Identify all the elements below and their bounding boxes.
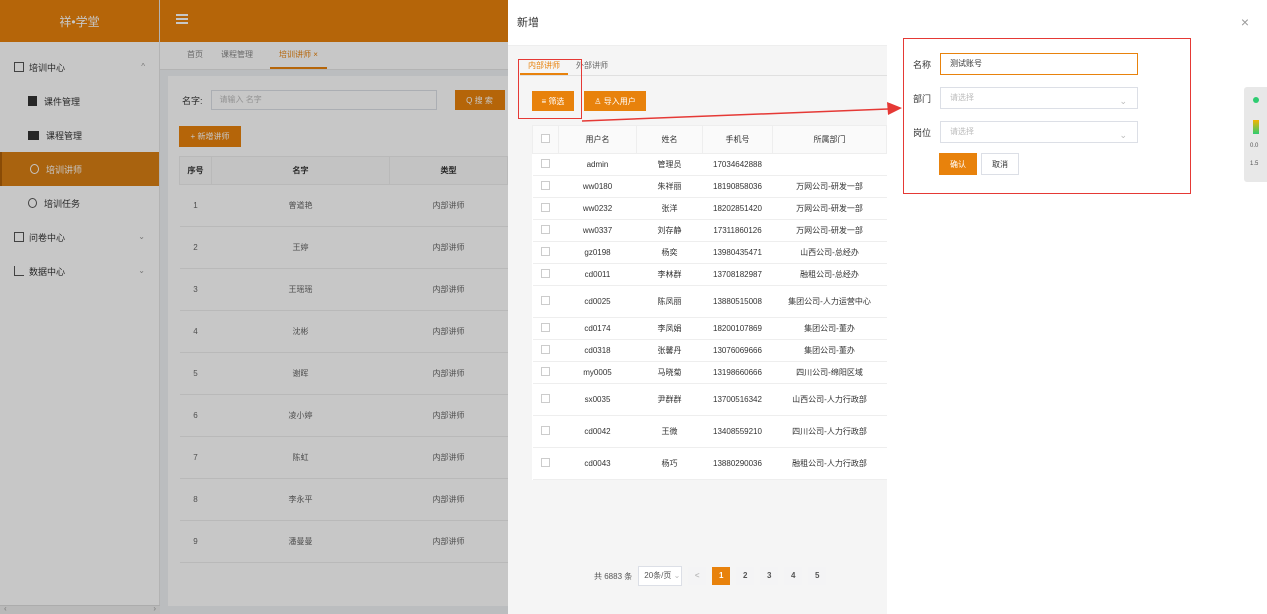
annotation-arrow (581, 102, 902, 122)
